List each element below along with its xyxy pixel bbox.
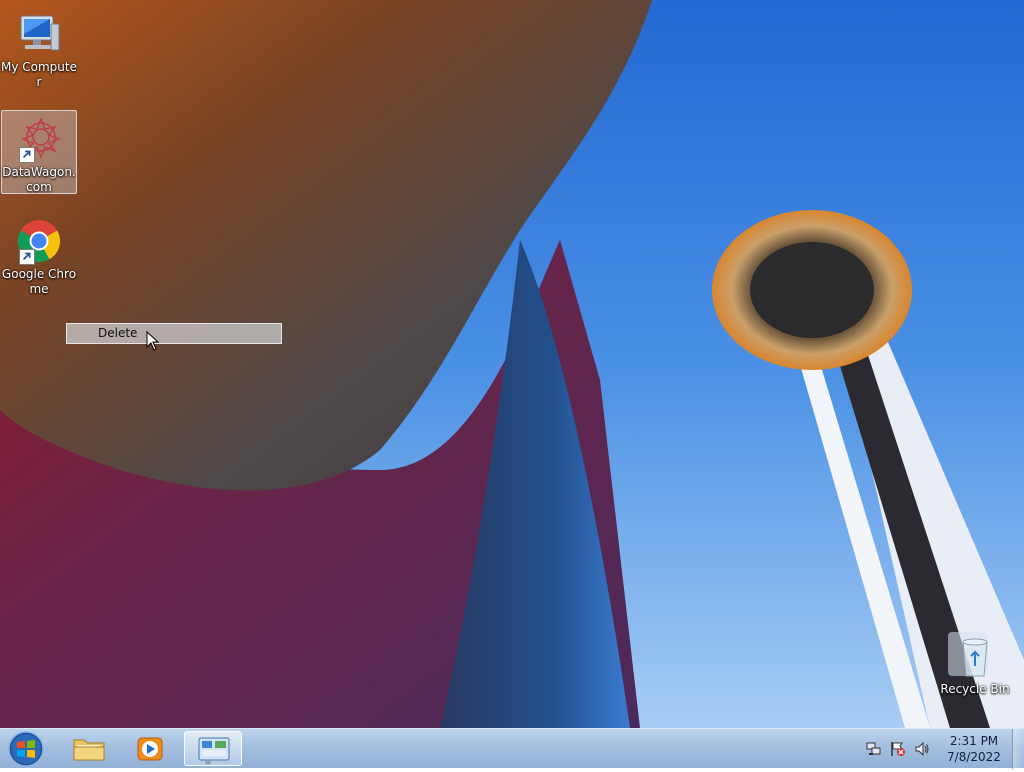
volume-icon[interactable]	[914, 741, 930, 757]
taskbar-explorer-button[interactable]	[60, 731, 118, 766]
datawagon-icon	[15, 115, 63, 163]
datawagon-label: DataWagon.com	[2, 165, 76, 194]
datawagon-desktop-icon[interactable]: DataWagon.com	[1, 110, 77, 194]
media-player-icon	[137, 737, 163, 761]
shortcut-arrow-icon	[19, 249, 35, 265]
chrome-desktop-icon[interactable]: Google Chrome	[1, 213, 77, 297]
clock[interactable]: 2:31 PM 7/8/2022	[940, 733, 1008, 765]
recycle-bin-icon	[951, 632, 999, 680]
system-tray	[862, 729, 944, 769]
clock-date: 7/8/2022	[947, 750, 1001, 764]
shortcut-arrow-icon	[19, 147, 35, 163]
taskbar-media-player-button[interactable]	[121, 731, 179, 766]
show-desktop-button[interactable]	[1012, 729, 1024, 769]
action-center-icon[interactable]	[890, 741, 906, 757]
desktop[interactable]: My Computer DataWagon.com Google Chrome …	[0, 0, 1024, 728]
windows-orb-icon	[8, 731, 44, 767]
my-computer-label: My Computer	[1, 60, 77, 89]
my-computer-desktop-icon[interactable]: My Computer	[1, 6, 77, 90]
clock-time: 2:31 PM	[949, 734, 999, 748]
recycle-bin-label: Recycle Bin	[940, 682, 1010, 696]
taskbar: 2:31 PM 7/8/2022	[0, 728, 1024, 769]
taskbar-control-panel-button[interactable]	[184, 731, 242, 766]
context-menu-delete[interactable]: Delete	[67, 324, 281, 343]
control-panel-icon	[198, 737, 230, 765]
chrome-label: Google Chrome	[1, 267, 77, 296]
network-icon[interactable]	[866, 741, 882, 757]
computer-icon	[15, 10, 63, 58]
mouse-cursor-icon	[146, 331, 160, 351]
chrome-icon	[15, 217, 63, 265]
start-button[interactable]	[4, 730, 48, 768]
recycle-bin-desktop-icon[interactable]: Recycle Bin	[937, 628, 1013, 697]
wallpaper	[0, 0, 1024, 728]
folder-icon	[73, 739, 105, 761]
context-menu: Delete	[66, 323, 282, 344]
